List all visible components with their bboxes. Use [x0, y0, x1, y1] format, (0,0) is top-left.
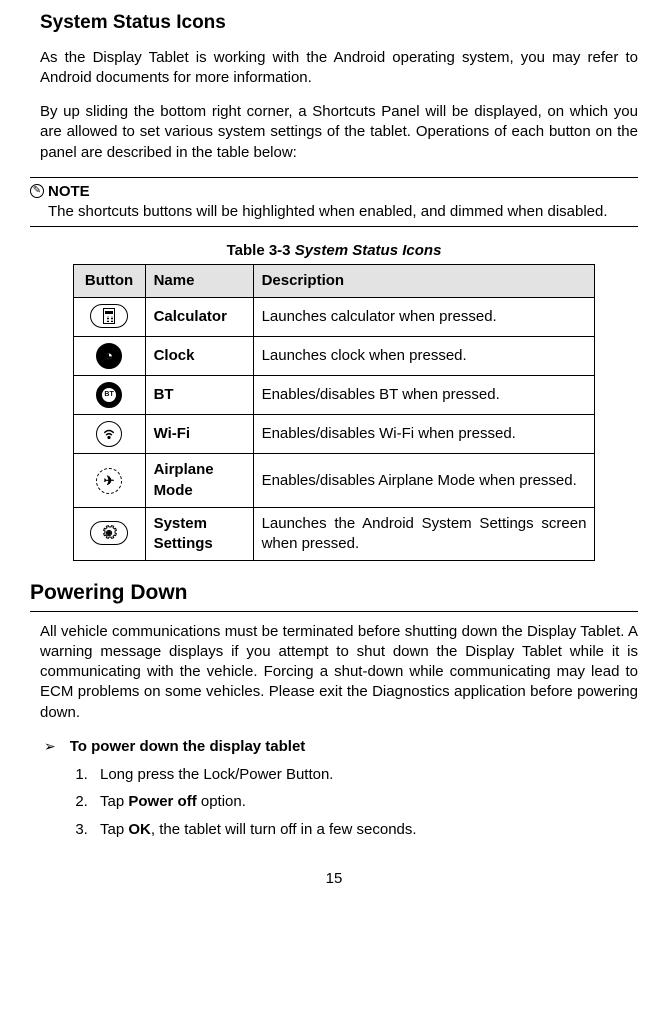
- cell-name: Clock: [145, 337, 253, 376]
- list-item: Long press the Lock/Power Button.: [92, 763, 638, 790]
- page-number: 15: [30, 869, 638, 889]
- list-item: Tap OK, the tablet will turn off in a fe…: [92, 818, 638, 845]
- gear-icon: [90, 521, 128, 545]
- note-body: The shortcuts buttons will be highlighte…: [48, 202, 638, 222]
- table-row: Wi-Fi Enables/disables Wi-Fi when presse…: [73, 415, 595, 454]
- table-caption: Table 3-3 System Status Icons: [30, 241, 638, 261]
- table-row: ✈ Airplane Mode Enables/disables Airplan…: [73, 454, 595, 508]
- procedure-title: To power down the display tablet: [70, 737, 306, 757]
- system-status-icons-table: Button Name Description Calculator Launc…: [73, 264, 596, 562]
- table-row: System Settings Launches the Android Sys…: [73, 507, 595, 561]
- calculator-icon: [90, 304, 128, 328]
- cell-desc: Enables/disables Airplane Mode when pres…: [253, 454, 595, 508]
- th-button: Button: [73, 264, 145, 297]
- table-row: BT BT Enables/disables BT when pressed.: [73, 376, 595, 415]
- arrow-icon: ➢: [44, 737, 56, 757]
- cell-name: System Settings: [145, 507, 253, 561]
- table-row: ◔ Clock Launches clock when pressed.: [73, 337, 595, 376]
- clock-icon: ◔: [96, 343, 122, 369]
- step-text: option.: [197, 793, 246, 810]
- cell-desc: Launches the Android System Settings scr…: [253, 507, 595, 561]
- th-description: Description: [253, 264, 595, 297]
- heading-powering-down: Powering Down: [30, 579, 638, 611]
- note-label: NOTE: [48, 182, 90, 202]
- step-bold: OK: [128, 821, 151, 838]
- step-bold: Power off: [128, 793, 196, 810]
- bluetooth-icon: BT: [96, 382, 122, 408]
- th-name: Name: [145, 264, 253, 297]
- cell-desc: Launches calculator when pressed.: [253, 297, 595, 336]
- airplane-icon: ✈: [96, 468, 122, 494]
- cell-name: BT: [145, 376, 253, 415]
- note-icon: [30, 184, 44, 198]
- cell-desc: Enables/disables BT when pressed.: [253, 376, 595, 415]
- note-block: NOTE The shortcuts buttons will be highl…: [30, 177, 638, 228]
- heading-system-status-icons: System Status Icons: [40, 10, 638, 36]
- table-caption-number: Table 3-3: [227, 242, 295, 259]
- step-text: Tap: [100, 821, 128, 838]
- cell-desc: Launches clock when pressed.: [253, 337, 595, 376]
- procedure-steps: Long press the Lock/Power Button. Tap Po…: [92, 763, 638, 845]
- cell-name: Calculator: [145, 297, 253, 336]
- table-caption-title: System Status Icons: [295, 242, 442, 259]
- paragraph-powering-down: All vehicle communications must be termi…: [40, 622, 638, 723]
- table-row: Calculator Launches calculator when pres…: [73, 297, 595, 336]
- wifi-icon: [96, 421, 122, 447]
- cell-name: Airplane Mode: [145, 454, 253, 508]
- paragraph-intro-1: As the Display Tablet is working with th…: [40, 48, 638, 89]
- step-text: , the tablet will turn off in a few seco…: [151, 821, 417, 838]
- cell-name: Wi-Fi: [145, 415, 253, 454]
- paragraph-intro-2: By up sliding the bottom right corner, a…: [40, 102, 638, 163]
- list-item: Tap Power off option.: [92, 790, 638, 817]
- procedure-heading: ➢ To power down the display tablet: [44, 737, 638, 757]
- step-text: Tap: [100, 793, 128, 810]
- cell-desc: Enables/disables Wi-Fi when pressed.: [253, 415, 595, 454]
